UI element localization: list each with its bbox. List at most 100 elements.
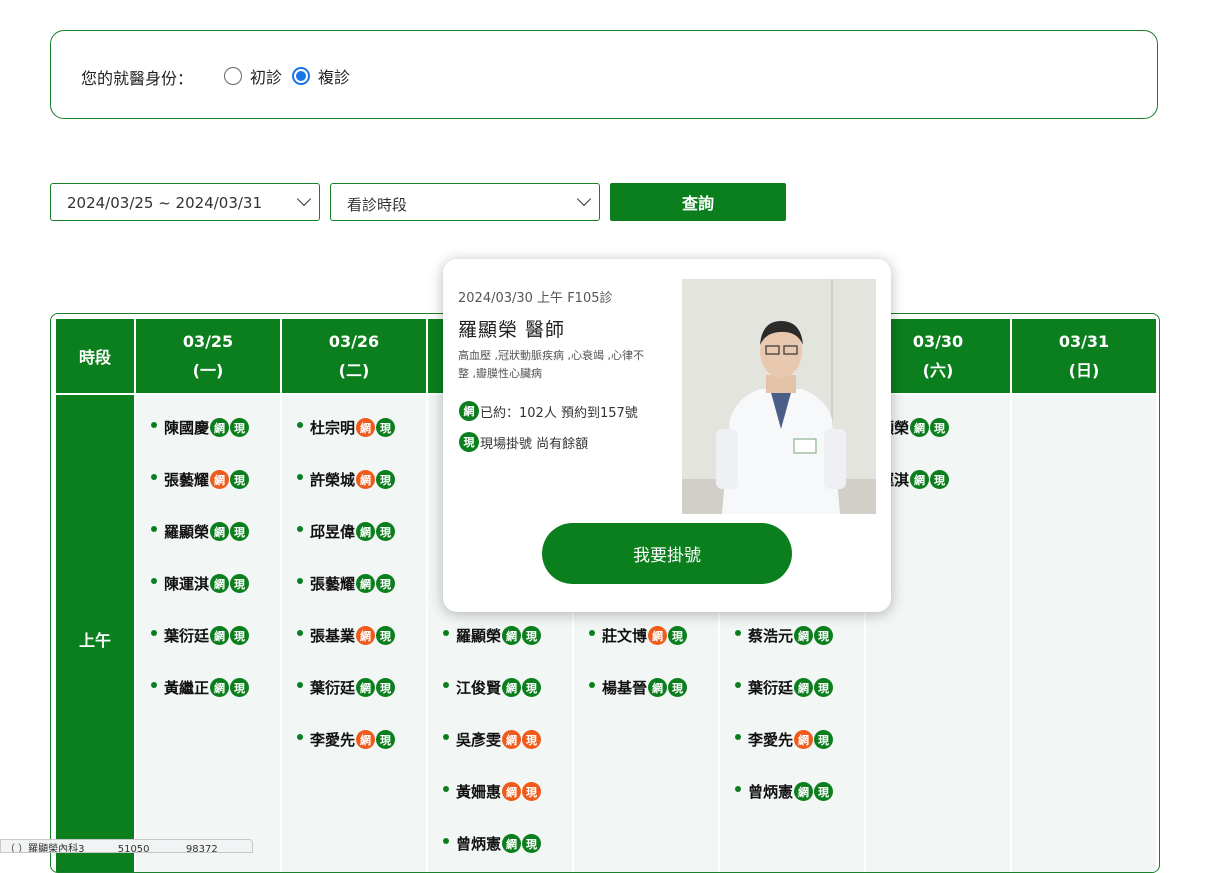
doctor-name: 莊文博 [602,627,648,645]
day-date: 03/25 [182,331,234,351]
identity-label: 您的就醫身份： [81,69,194,88]
doctor-slot[interactable]: 黃姍惠網現 [443,781,542,802]
popup-onsite-text: 現場掛號 尚有餘額 [480,436,589,452]
doctor-name: 黃姍惠 [456,783,502,801]
onsite-badge-icon: 現 [522,834,542,853]
day-date: 03/31 [1058,331,1110,351]
doctor-slot[interactable]: 蔡浩元網現 [735,625,834,646]
bullet-icon [151,629,157,636]
doctor-slot[interactable]: 葉衍廷網現 [735,677,834,698]
doctor-slot[interactable]: 李愛先網現 [735,729,834,750]
doctor-slot[interactable]: 楊基晉網現 [589,677,688,698]
doctor-name: 杜宗明 [310,419,356,437]
bullet-icon [297,733,303,740]
register-button[interactable]: 我要掛號 [542,523,792,584]
doctor-slot[interactable]: 陳運淇網現 [151,573,250,594]
doctor-slot[interactable]: 葉衍廷網現 [297,677,396,698]
popup-booked-text: 已約：102人 預約到157號 [480,405,638,421]
doctor-slot[interactable]: 曾炳憲網現 [443,833,542,854]
doctor-slot[interactable]: 曾炳憲網現 [735,781,834,802]
net-badge-icon: 網 [210,418,230,437]
doctor-name: 許榮城 [310,471,356,489]
first-visit-radio[interactable] [224,67,242,85]
doctor-slot[interactable]: 葉衍廷網現 [151,625,250,646]
query-button[interactable]: 查詢 [610,183,786,221]
onsite-badge-icon: 現 [230,522,250,541]
doctor-slot[interactable]: 張藝耀網現 [297,573,396,594]
first-visit-option[interactable]: 初診 [224,64,282,88]
doctor-slot[interactable]: 羅顯榮網現 [151,521,250,542]
net-badge-icon: 網 [794,626,814,645]
bullet-icon [735,785,741,792]
net-badge-icon: 網 [356,470,376,489]
return-visit-option[interactable]: 複診 [292,64,350,88]
bullet-icon [443,837,449,844]
doctor-name: 羅顯榮 [456,627,502,645]
net-badge-icon: 網 [794,730,814,749]
doctor-slot[interactable]: 莊文博網現 [589,625,688,646]
onsite-badge-icon: 現 [230,678,250,697]
net-badge-icon: 網 [648,626,668,645]
doctor-slot[interactable]: 陳國慶網現 [151,417,250,438]
doctor-slot[interactable]: 江俊賢網現 [443,677,542,698]
bullet-icon [589,629,595,636]
onsite-badge-icon: 現 [376,470,396,489]
net-badge-icon: 網 [459,401,479,421]
net-badge-icon: 網 [210,470,230,489]
onsite-badge-icon: 現 [376,418,396,437]
doctor-name: 吳彥雯 [456,731,502,749]
net-badge-icon: 網 [210,626,230,645]
doctor-slot[interactable]: 張藝耀網現 [151,469,250,490]
bullet-icon [151,681,157,688]
bullet-icon [297,681,303,688]
return-visit-radio[interactable] [292,67,310,85]
onsite-badge-icon: 現 [230,626,250,645]
doctor-name: 蔡浩元 [748,627,794,645]
date-range-value: 2024/03/25 ~ 2024/03/31 [67,194,263,212]
doctor-name: 張基業 [310,627,356,645]
doctor-slot[interactable]: 李愛先網現 [297,729,396,750]
net-badge-icon: 網 [502,730,522,749]
day-weekday: (日) [1068,360,1100,380]
onsite-badge-icon: 現 [814,782,834,801]
onsite-badge-icon: 現 [376,574,396,593]
doctor-slot[interactable]: 邱昱偉網現 [297,521,396,542]
return-visit-label: 複診 [318,68,351,87]
doctor-slot[interactable]: 羅顯榮網現 [443,625,542,646]
net-badge-icon: 網 [794,678,814,697]
date-range-select[interactable]: 2024/03/25 ~ 2024/03/31 [50,183,320,221]
popup-onsite-line: 現 現場掛號 尚有餘額 [458,432,588,452]
bullet-icon [151,473,157,480]
period-select[interactable]: 看診時段 [330,183,600,221]
net-badge-icon: 網 [210,574,230,593]
identity-panel: 您的就醫身份： 初診 複診 [50,30,1158,119]
doctor-slot[interactable]: 吳彥雯網現 [443,729,542,750]
bullet-icon [297,421,303,428]
period-row-morning: 上午 [56,395,134,872]
onsite-badge-icon: 現 [376,730,396,749]
onsite-badge-icon: 現 [522,626,542,645]
doctor-name: 葉衍廷 [310,679,356,697]
net-badge-icon: 網 [648,678,668,697]
onsite-badge-icon: 現 [522,782,542,801]
chevron-down-icon [296,191,312,207]
doctor-name: 曾炳憲 [748,783,794,801]
bullet-icon [151,421,157,428]
net-badge-icon: 網 [210,522,230,541]
doctor-slot[interactable]: 黃繼正網現 [151,677,250,698]
onsite-badge-icon: 現 [230,470,250,489]
period-header: 時段 [56,319,134,393]
onsite-badge-icon: 現 [522,730,542,749]
day-header: 03/31 (日) [1012,319,1156,393]
net-badge-icon: 網 [356,678,376,697]
doctor-popup: 2024/03/30 上午 F105診 羅顯榮 醫師 高血壓 ,冠狀動脈疾病 ,… [443,259,891,612]
onsite-badge-icon: 現 [376,626,396,645]
onsite-badge-icon: 現 [668,626,688,645]
doctor-slot[interactable]: 杜宗明網現 [297,417,396,438]
onsite-badge-icon: 現 [376,522,396,541]
doctor-name: 李愛先 [748,731,794,749]
doctor-slot[interactable]: 許榮城網現 [297,469,396,490]
bullet-icon [297,629,303,636]
doctor-slot[interactable]: 張基業網現 [297,625,396,646]
popup-booked-line: 網 已約：102人 預約到157號 [458,401,638,421]
